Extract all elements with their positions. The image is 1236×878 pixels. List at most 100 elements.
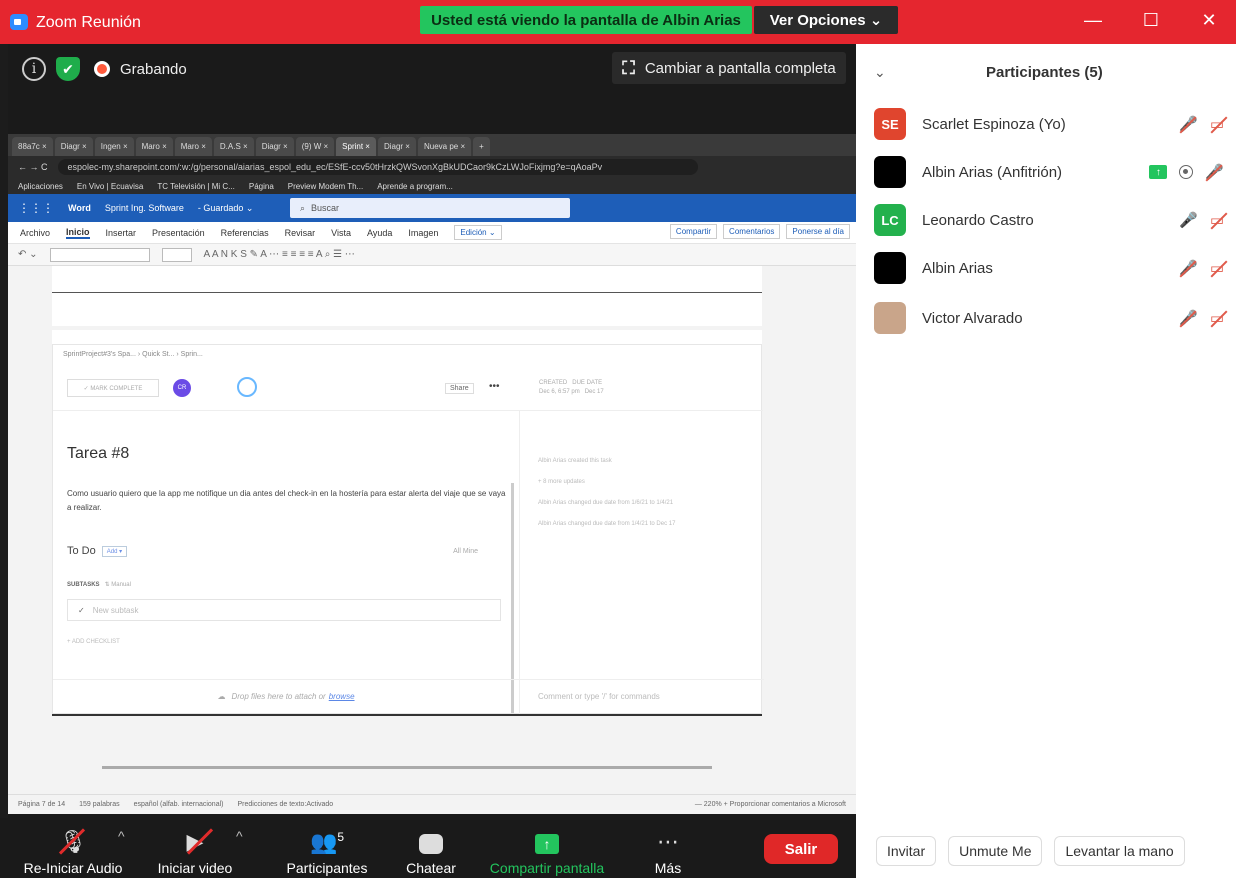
view-options-button[interactable]: Ver Opciones ⌄ <box>754 6 898 34</box>
shared-screen: 88a7c × Diagr × Ingen × Maro × Maro × D.… <box>8 134 856 814</box>
browser-tab: Diagr × <box>54 137 93 156</box>
comment-field: Comment or type '/' for commands <box>520 679 764 713</box>
undo-icon: ↶ ⌄ <box>18 249 38 260</box>
new-subtask-field: ✓ New subtask <box>67 599 501 621</box>
fullscreen-icon: ⛶ <box>622 57 635 78</box>
participant-status-icons: 🎤 ▭ <box>1179 115 1224 133</box>
word-search-placeholder: Buscar <box>311 203 340 213</box>
title-bar: Zoom Reunión Usted está viendo la pantal… <box>0 0 1236 44</box>
participant-status-icons: 🎤 ▭ <box>1179 259 1224 277</box>
browser-tab: Ingen × <box>94 137 134 156</box>
maximize-button[interactable]: ☐ <box>1136 10 1166 31</box>
browser-tab-strip: 88a7c × Diagr × Ingen × Maro × Maro × D.… <box>8 134 856 156</box>
word-app-name: Word <box>68 203 91 213</box>
manual-sort: ⇅ Manual <box>104 582 131 588</box>
participant-row[interactable]: Victor Alvarado 🎤 ▭ <box>874 300 1224 336</box>
minimize-button[interactable]: — <box>1078 10 1108 31</box>
security-shield-icon[interactable]: ✔ <box>56 57 80 81</box>
browser-tab: Nueva pe × <box>417 137 472 156</box>
subtasks-header: SUBTASKS ⇅ Manual <box>67 581 131 588</box>
task-status: To Do Add ▾ All Mine <box>67 545 478 557</box>
due-value: Dec 17 <box>584 389 604 395</box>
ribbon-tab: Presentación <box>152 227 205 238</box>
ribbon-tab-active: Inicio <box>66 226 90 239</box>
bookmark-item: TC Televisión | Mi C... <box>157 181 235 191</box>
mic-muted-icon: 🎤 <box>1179 310 1198 327</box>
more-icon: ⋯ <box>657 829 679 854</box>
created-label: CREATED <box>539 380 568 386</box>
more-button[interactable]: ⋯ Más <box>640 822 696 877</box>
ribbon-tab: Vista <box>331 227 351 238</box>
word-ribbon-tabs: Archivo Inicio Insertar Presentación Ref… <box>8 222 856 244</box>
bookmark-item: En Vivo | Ecuavisa <box>76 181 144 191</box>
ribbon-tab: Imagen <box>408 227 439 238</box>
browser-tab: 88a7c × <box>12 137 53 156</box>
page-count: Página 7 de 14 <box>18 801 66 808</box>
raise-hand-button[interactable]: Levantar la mano <box>1054 836 1185 866</box>
ribbon-tab: Ayuda <box>367 227 393 238</box>
invite-button[interactable]: Invitar <box>876 836 937 866</box>
video-button[interactable]: ▶ Iniciar video <box>148 822 242 876</box>
avatar <box>874 302 906 334</box>
video-options-caret[interactable]: ^ <box>236 828 243 844</box>
participant-row[interactable]: SE Scarlet Espinoza (Yo) 🎤 ▭ <box>874 106 1224 142</box>
browser-tab: Maro × <box>174 137 212 156</box>
participant-status-icons: 🎤 ▭ <box>1179 309 1224 327</box>
participant-name: Leonardo Castro <box>922 211 1034 229</box>
info-icon[interactable]: i <box>22 57 46 81</box>
fullscreen-button[interactable]: ⛶ Cambiar a pantalla completa <box>612 52 846 84</box>
all-mine-filter: All Mine <box>453 547 479 555</box>
chat-button[interactable]: Chatear <box>396 822 466 876</box>
font-size-box <box>161 247 192 262</box>
participant-status-icons: ↑ 🎤 <box>1149 163 1224 181</box>
participants-button[interactable]: 👥5 Participantes <box>274 822 380 876</box>
ribbon-right-buttons: Compartir Comentarios Ponerse al día <box>669 224 850 239</box>
leave-meeting-button[interactable]: Salir <box>764 834 838 864</box>
participants-count: 5 <box>337 829 345 844</box>
activity-item: + 8 more updates <box>538 479 585 485</box>
browser-tab: Diagr × <box>377 137 416 156</box>
mic-muted-icon: 🎤 <box>1179 116 1198 133</box>
task-description: Como usuario quiero que la app me notifi… <box>67 489 506 512</box>
address-bar: espolec-my.sharepoint.com/:w:/g/personal… <box>57 159 698 175</box>
chat-label: Chatear <box>406 860 456 876</box>
word-share-button: Compartir <box>669 224 718 239</box>
share-screen-button[interactable]: ↑ Compartir pantalla <box>478 822 616 876</box>
mic-on-icon: 🎤 <box>1179 212 1198 229</box>
clickup-breadcrumb: SprintProject#3's Spa... › Quick St... ›… <box>63 351 203 358</box>
unmute-me-button[interactable]: Unmute Me <box>948 836 1043 866</box>
document-scrollbar <box>102 766 712 769</box>
video-off-icon: ▭ <box>1209 116 1224 133</box>
word-ribbon-tools: ↶ ⌄ A A N K S ✎ A ⋯ ≡ ≡ ≡ ≡ A ⌕ ☰ ⋯ <box>8 244 856 266</box>
collapse-chevron-icon[interactable]: ⌄ <box>874 64 886 81</box>
more-icon: ••• <box>489 381 500 392</box>
word-comments-button: Comentarios <box>723 224 781 239</box>
participants-icon: 👥5 <box>309 829 345 854</box>
browser-tab-active: Sprint × <box>336 137 376 156</box>
task-main-pane: Tarea #8 Como usuario quiero que la app … <box>53 411 519 715</box>
video-off-icon: ▭ <box>1209 310 1224 327</box>
recording-icon <box>1179 165 1194 179</box>
assignee-avatar: CR <box>173 379 191 397</box>
participant-row[interactable]: Albin Arias (Anfitrión) ↑ 🎤 <box>874 154 1224 190</box>
participants-title: Participantes (5) <box>986 64 1103 81</box>
participant-row[interactable]: Albin Arias 🎤 ▭ <box>874 250 1224 286</box>
audio-button[interactable]: 🎙 Re-Iniciar Audio <box>14 822 132 876</box>
audio-options-caret[interactable]: ^ <box>118 828 125 844</box>
due-label: DUE DATE <box>572 380 603 386</box>
fullscreen-label: Cambiar a pantalla completa <box>644 59 836 77</box>
new-subtask-placeholder: New subtask <box>92 605 139 615</box>
participant-row[interactable]: LC Leonardo Castro 🎤 ▭ <box>874 202 1224 238</box>
activity-list: Albin Arias created this task + 8 more u… <box>538 451 675 535</box>
activity-item: Albin Arias changed due date from 1/4/21… <box>538 521 676 527</box>
close-button[interactable]: ✕ <box>1194 10 1224 31</box>
ribbon-tab: Insertar <box>105 227 137 238</box>
participant-status-icons: 🎤 ▭ <box>1179 211 1224 229</box>
mic-muted-icon: 🎤 <box>1205 164 1224 181</box>
video-off-icon: ▭ <box>1209 212 1224 229</box>
participants-panel: ⌄ Participantes (5) SE Scarlet Espinoza … <box>856 44 1236 878</box>
page-separator <box>8 326 856 330</box>
bookmarks-bar: Aplicaciones En Vivo | Ecuavisa TC Telev… <box>8 178 856 194</box>
meeting-status-row: i ✔ Grabando <box>22 56 187 82</box>
mark-complete-button: ✓ MARK COMPLETE <box>67 379 159 397</box>
